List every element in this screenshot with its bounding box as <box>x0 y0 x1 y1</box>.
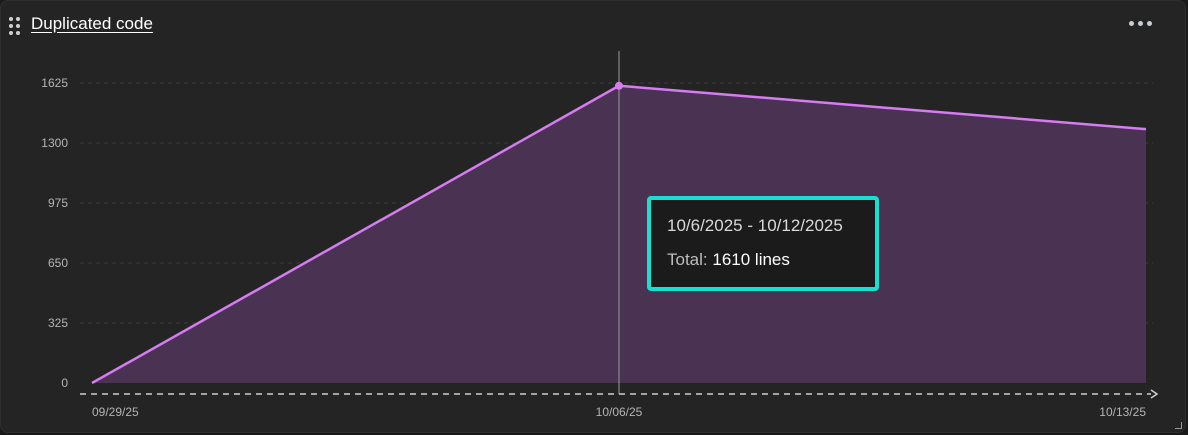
duplicated-code-widget: Duplicated code 0 325 650 975 1300 1625 09/29… <box>0 0 1186 433</box>
y-axis-ticks: 0 325 650 975 1300 1625 <box>41 76 68 390</box>
x-tick-label: 10/13/25 <box>1099 405 1146 419</box>
y-tick-label: 975 <box>48 196 68 210</box>
x-axis-ticks: 09/29/25 10/06/25 10/13/25 <box>92 405 1146 419</box>
tooltip-total-value: 1610 lines <box>712 250 790 269</box>
y-tick-label: 325 <box>48 316 68 330</box>
area-chart: 0 325 650 975 1300 1625 09/29/25 10/06/25 10/13… <box>41 51 1159 419</box>
tooltip-date-range: 10/6/2025 - 10/12/2025 <box>667 216 843 235</box>
chart-tooltip: 10/6/2025 - 10/12/2025 Total: 1610 lines <box>647 196 879 291</box>
y-tick-label: 1625 <box>41 76 68 90</box>
hover-point <box>615 81 623 90</box>
y-tick-label: 650 <box>48 256 68 270</box>
x-axis-arrow <box>1150 389 1159 399</box>
x-tick-label: 10/06/25 <box>596 405 643 419</box>
resize-handle-icon[interactable] <box>1175 422 1182 429</box>
y-tick-label: 1300 <box>41 136 68 150</box>
y-tick-label: 0 <box>61 376 68 390</box>
x-tick-label: 09/29/25 <box>92 405 139 419</box>
tooltip-total-label: Total: <box>667 250 708 269</box>
tooltip-total: Total: 1610 lines <box>667 250 790 270</box>
